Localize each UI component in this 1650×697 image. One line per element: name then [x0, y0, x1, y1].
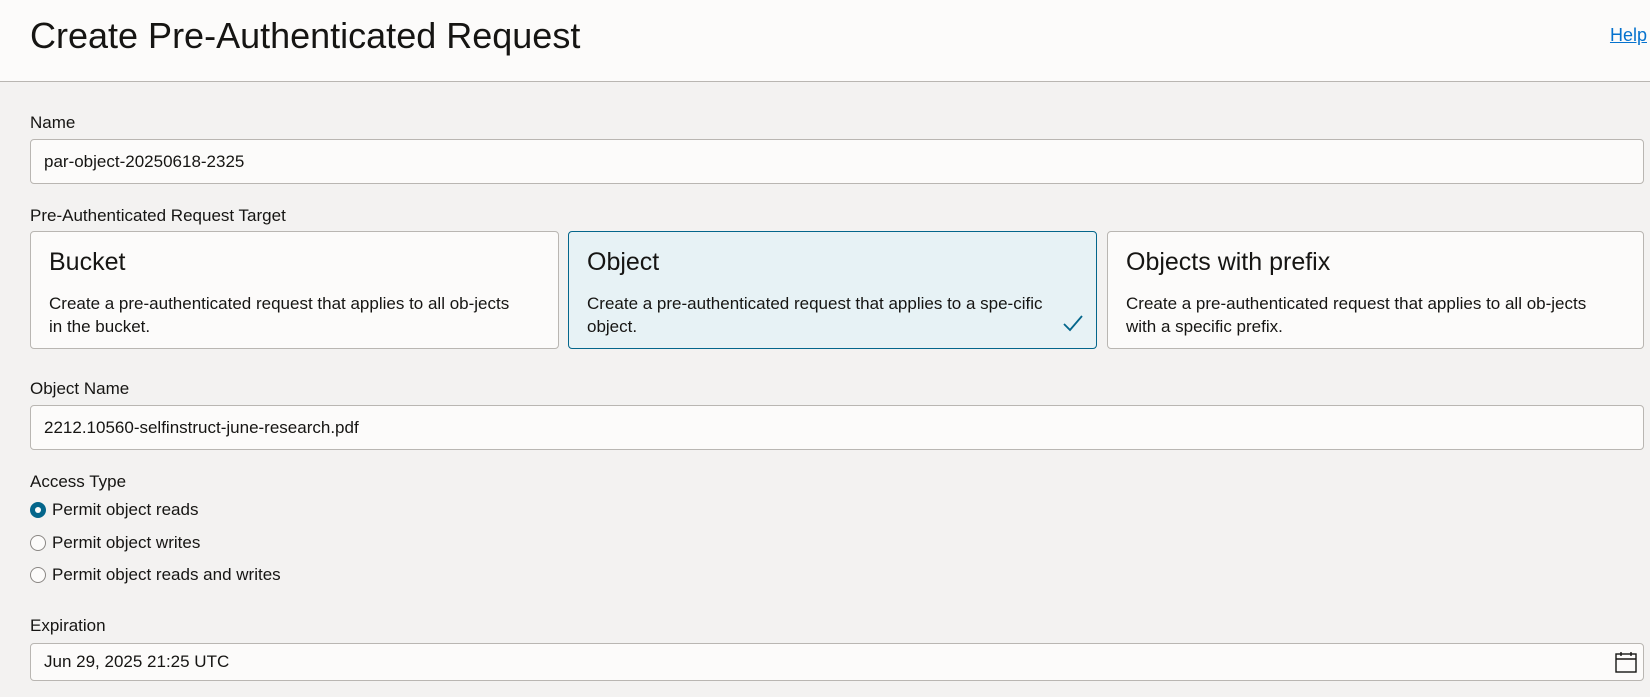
expiration-input-value: Jun 29, 2025 21:25 UTC	[44, 652, 230, 671]
radio-permit-object-reads-and-writes[interactable]: Permit object reads and writes	[30, 563, 281, 587]
expiration-input[interactable]: Jun 29, 2025 21:25 UTC	[30, 643, 1644, 681]
radio-button-selected[interactable]	[30, 502, 46, 518]
card-title: Bucket	[49, 248, 126, 276]
object-name-label: Object Name	[30, 379, 130, 398]
card-description: Create a pre-authenticated request that …	[1126, 294, 1587, 336]
card-description: Create a pre-authenticated request that …	[587, 294, 1043, 336]
help-link[interactable]: Help	[1610, 25, 1647, 46]
card-title: Object	[587, 248, 660, 276]
target-card-objects-with-prefix[interactable]: Objects with prefix Create a pre-authent…	[1107, 231, 1644, 349]
page-header: Create Pre-Authenticated Request Help	[0, 0, 1650, 82]
target-card-bucket[interactable]: Bucket Create a pre-authenticated reques…	[30, 231, 559, 349]
name-input[interactable]: par-object-20250618-2325	[30, 139, 1644, 184]
radio-permit-object-writes[interactable]: Permit object writes	[30, 531, 200, 555]
checkmark-icon	[1063, 315, 1083, 332]
card-title: Objects with prefix	[1126, 248, 1331, 276]
radio-permit-object-reads[interactable]: Permit object reads	[30, 498, 198, 522]
page-title: Create Pre-Authenticated Request	[30, 15, 581, 56]
name-label: Name	[30, 113, 76, 132]
object-name-input[interactable]: 2212.10560-selfinstruct-june-research.pd…	[30, 405, 1644, 450]
calendar-icon[interactable]	[1615, 652, 1637, 673]
access-type-label: Access Type	[30, 472, 127, 491]
radio-label: Permit object reads and writes	[52, 565, 281, 584]
name-input-value: par-object-20250618-2325	[44, 151, 245, 171]
card-description: Create a pre-authenticated request that …	[49, 294, 510, 336]
radio-button[interactable]	[30, 567, 46, 583]
target-label: Pre-Authenticated Request Target	[30, 206, 286, 225]
expiration-label: Expiration	[30, 616, 106, 635]
target-card-object[interactable]: Object Create a pre-authenticated reques…	[568, 231, 1097, 349]
radio-label: Permit object reads	[52, 500, 199, 519]
radio-button[interactable]	[30, 535, 46, 551]
object-name-input-value: 2212.10560-selfinstruct-june-research.pd…	[44, 417, 359, 437]
radio-label: Permit object writes	[52, 533, 201, 552]
